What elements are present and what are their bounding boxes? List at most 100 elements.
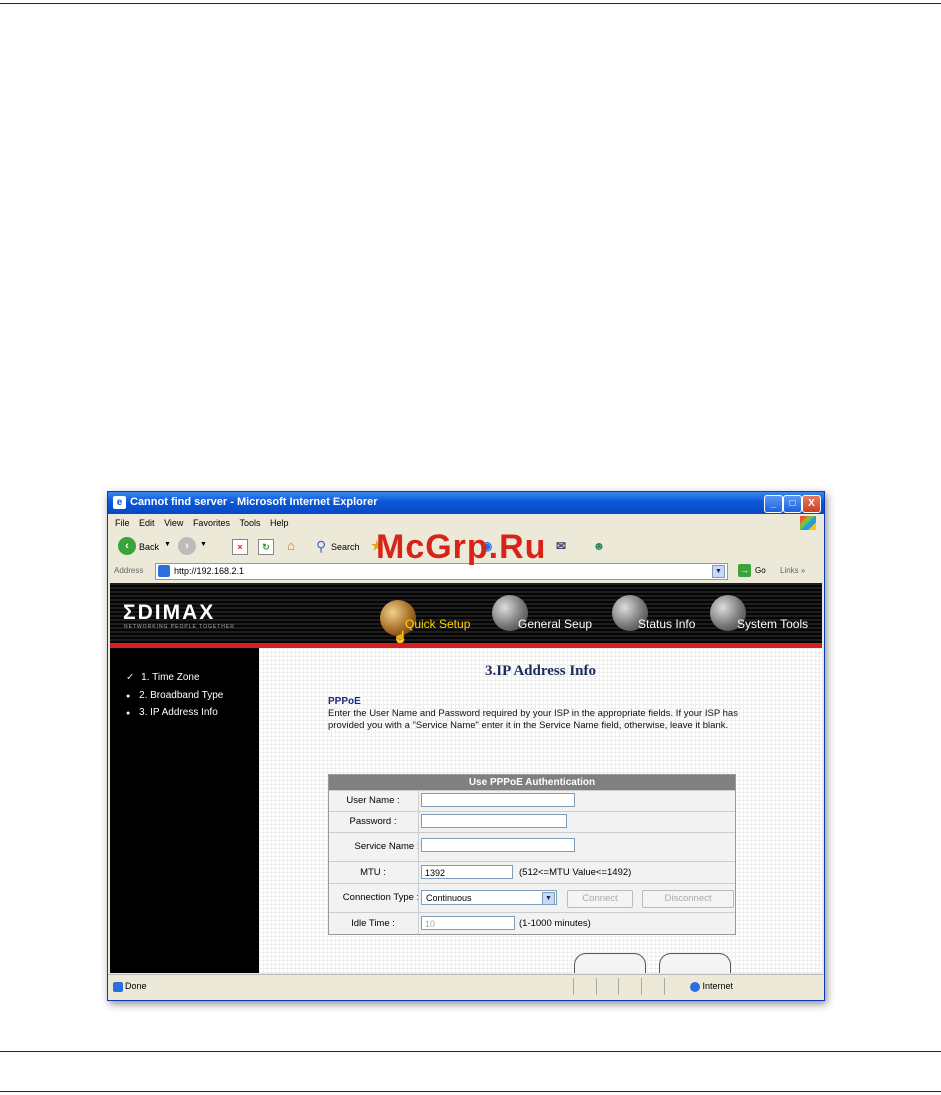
- search-label[interactable]: Search: [331, 542, 360, 552]
- sidebar-item-broadband-type[interactable]: ● 2. Broadband Type: [126, 690, 223, 701]
- connection-type-value: Continuous: [426, 893, 472, 903]
- instructions-text: Enter the User Name and Password require…: [328, 708, 738, 731]
- sidebar-item-label: 3. IP Address Info: [139, 707, 218, 718]
- check-icon: ✓: [126, 672, 135, 683]
- service-name-input[interactable]: [421, 838, 575, 852]
- links-label[interactable]: Links »: [780, 566, 805, 575]
- sidebar-item-time-zone[interactable]: ✓ 1. Time Zone: [126, 672, 200, 683]
- bullet-icon: ●: [126, 693, 131, 700]
- window-title: Cannot find server - Microsoft Internet …: [130, 496, 378, 508]
- idle-time-range-note: (1-1000 minutes): [519, 918, 591, 929]
- menu-help[interactable]: Help: [270, 518, 289, 528]
- forward-arrow-icon[interactable]: ›: [178, 537, 196, 555]
- back-dropdown-icon[interactable]: ▼: [164, 541, 171, 548]
- sidebar-item-label: 2. Broadband Type: [139, 690, 224, 701]
- back-label[interactable]: Back: [139, 542, 159, 552]
- bottom-rule-2: [0, 1091, 941, 1092]
- go-label[interactable]: Go: [755, 566, 766, 575]
- refresh-icon[interactable]: ↻: [258, 539, 274, 555]
- next-nav-button[interactable]: [659, 953, 731, 973]
- forward-dropdown-icon[interactable]: ▼: [200, 541, 207, 548]
- menu-view[interactable]: View: [164, 518, 183, 528]
- menu-favorites[interactable]: Favorites: [193, 518, 230, 528]
- top-rule: [0, 3, 941, 4]
- status-text: Done: [113, 981, 147, 992]
- status-divider: [641, 978, 642, 995]
- sidebar: ✓ 1. Time Zone ● 2. Broadband Type ● 3. …: [110, 648, 259, 973]
- address-url: http://192.168.2.1: [174, 566, 245, 576]
- status-divider: [573, 978, 574, 995]
- close-button[interactable]: X: [802, 495, 821, 513]
- password-cell: [418, 812, 735, 832]
- password-row: Password :: [329, 811, 735, 832]
- search-icon[interactable]: ⚲: [316, 538, 326, 555]
- page-done-icon: [113, 981, 123, 992]
- status-bar: Done Internet: [108, 974, 824, 999]
- mtu-label: MTU :: [360, 866, 386, 878]
- messenger-icon[interactable]: ☻: [592, 539, 606, 553]
- user-name-label: User Name :: [346, 795, 400, 806]
- connection-type-select[interactable]: Continuous ▼: [421, 890, 557, 905]
- status-divider: [664, 978, 665, 995]
- idle-time-row: Idle Time : 10 (1-1000 minutes): [329, 912, 735, 934]
- sidebar-item-ip-address-info[interactable]: ● 3. IP Address Info: [126, 707, 218, 718]
- password-input[interactable]: [421, 814, 567, 828]
- ie-icon: e: [113, 496, 126, 509]
- mail-icon[interactable]: ✉: [554, 539, 568, 553]
- maximize-button[interactable]: □: [783, 495, 802, 513]
- nav-system-tools[interactable]: System Tools: [737, 617, 808, 631]
- internet-zone: Internet: [690, 981, 733, 992]
- form-header: Use PPPoE Authentication: [329, 775, 735, 790]
- status-divider: [618, 978, 619, 995]
- page-title: 3.IP Address Info: [484, 663, 596, 679]
- mtu-range-note: (512<=MTU Value<=1492): [519, 867, 632, 878]
- service-name-cell: [418, 833, 735, 861]
- stop-icon[interactable]: ×: [232, 539, 248, 555]
- nav-quick-setup[interactable]: Quick Setup: [405, 617, 470, 631]
- user-name-row: User Name :: [329, 790, 735, 811]
- back-nav-button[interactable]: [574, 953, 646, 973]
- edimax-logo: ΣDIMAX: [123, 601, 216, 624]
- connect-button[interactable]: Connect: [567, 890, 633, 908]
- main-content: 3.IP Address Info PPPoE Enter the User N…: [259, 648, 822, 973]
- title-bar[interactable]: e Cannot find server - Microsoft Interne…: [108, 492, 824, 514]
- menu-edit[interactable]: Edit: [139, 518, 155, 528]
- mouse-cursor-icon: ☝: [393, 630, 408, 644]
- idle-time-cell: 10 (1-1000 minutes): [418, 913, 735, 934]
- status-done-label: Done: [125, 981, 147, 991]
- connection-type-cell: Continuous ▼ Connect Disconnect: [418, 884, 735, 912]
- address-label: Address: [114, 566, 144, 575]
- watermark-text: McGrp.Ru: [376, 528, 547, 566]
- mtu-row: MTU : 1392 (512<=MTU Value<=1492): [329, 861, 735, 883]
- edimax-tagline: NETWORKING PEOPLE TOGETHER: [124, 624, 235, 630]
- globe-icon: [690, 981, 700, 992]
- status-divider: [596, 978, 597, 995]
- home-icon[interactable]: ⌂: [284, 539, 298, 553]
- go-arrow-icon[interactable]: →: [738, 564, 751, 577]
- bottom-rule-1: [0, 1051, 941, 1052]
- chevron-down-icon[interactable]: ▼: [542, 892, 555, 905]
- disconnect-button[interactable]: Disconnect: [642, 890, 734, 908]
- nav-status-info[interactable]: Status Info: [638, 617, 695, 631]
- idle-time-input[interactable]: 10: [421, 916, 515, 930]
- minimize-button[interactable]: _: [764, 495, 783, 513]
- mtu-input[interactable]: 1392: [421, 865, 513, 879]
- pppoe-form: Use PPPoE Authentication User Name : Pas…: [328, 774, 736, 935]
- page-viewport: ΣDIMAX NETWORKING PEOPLE TOGETHER Quick …: [110, 583, 822, 973]
- browser-window: e Cannot find server - Microsoft Interne…: [107, 491, 825, 1001]
- idle-time-label: Idle Time :: [351, 917, 395, 929]
- user-name-input[interactable]: [421, 793, 575, 807]
- windows-logo-icon: [800, 516, 816, 530]
- page-icon: [158, 565, 170, 577]
- menu-file[interactable]: File: [115, 518, 130, 528]
- sidebar-item-label: 1. Time Zone: [141, 672, 200, 683]
- user-name-cell: [418, 791, 735, 811]
- nav-general-setup[interactable]: General Seup: [518, 617, 592, 631]
- menu-tools[interactable]: Tools: [239, 518, 260, 528]
- edimax-banner: ΣDIMAX NETWORKING PEOPLE TOGETHER Quick …: [110, 583, 822, 644]
- password-label: Password :: [349, 816, 397, 827]
- internet-zone-label: Internet: [702, 981, 734, 991]
- back-arrow-icon[interactable]: ‹: [118, 537, 136, 555]
- mtu-cell: 1392 (512<=MTU Value<=1492): [418, 862, 735, 883]
- address-dropdown-icon[interactable]: ▼: [712, 565, 725, 578]
